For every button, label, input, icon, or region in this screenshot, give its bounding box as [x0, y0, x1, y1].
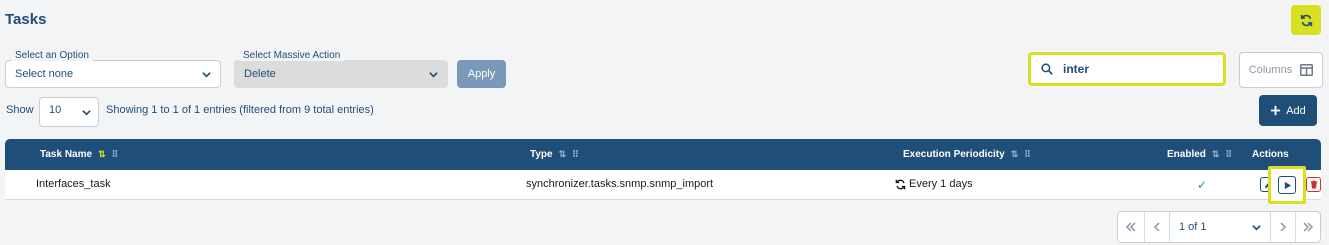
column-header-type[interactable]: Type ⇅ ⠿: [530, 149, 579, 160]
columns-button-label: Columns: [1248, 64, 1293, 76]
drag-handle-icon[interactable]: ⠿: [112, 149, 119, 160]
delete-button[interactable]: [1306, 177, 1321, 192]
chevron-down-icon: [82, 110, 91, 116]
search-input[interactable]: inter: [1063, 62, 1089, 76]
last-page-button[interactable]: [1296, 212, 1320, 242]
page-select[interactable]: 1 of 1: [1170, 212, 1270, 242]
table-header: Task Name ⇅ ⠿ Type ⇅ ⠿ Execution Periodi…: [5, 139, 1321, 170]
chevron-left-icon: [1153, 222, 1160, 232]
table-row: Interfaces_task synchronizer.tasks.snmp.…: [5, 170, 1321, 200]
option-select-label: Select an Option: [11, 50, 93, 61]
add-button-label: Add: [1286, 104, 1306, 117]
sort-icon: ⇅: [98, 149, 106, 159]
column-header-enabled[interactable]: Enabled ⇅ ⠿: [1167, 149, 1232, 160]
option-select-value: Select none: [15, 68, 74, 80]
column-header-task-name[interactable]: Task Name ⇅ ⠿: [40, 149, 119, 160]
columns-icon: [1300, 64, 1314, 76]
apply-button[interactable]: Apply: [457, 60, 506, 88]
prev-page-button[interactable]: [1145, 212, 1169, 242]
page-select-value: 1 of 1: [1179, 221, 1207, 233]
sort-icon: ⇅: [558, 149, 567, 159]
chevron-down-icon: [1252, 225, 1261, 231]
sort-icon: ⇅: [1211, 149, 1220, 159]
page-length-value: 10: [49, 104, 62, 116]
option-select[interactable]: Select none: [5, 60, 221, 88]
massive-action-select[interactable]: Delete: [234, 60, 448, 88]
refresh-button[interactable]: [1291, 5, 1321, 35]
column-header-periodicity[interactable]: Execution Periodicity ⇅ ⠿: [903, 149, 1031, 160]
chevron-down-icon: [429, 72, 438, 78]
refresh-icon: [1300, 14, 1312, 26]
column-header-actions: Actions: [1252, 149, 1289, 160]
chevron-right-icon: [1280, 222, 1287, 232]
run-task-button[interactable]: [1268, 166, 1306, 204]
task-name-cell: Interfaces_task: [36, 178, 111, 190]
search-field[interactable]: inter: [1028, 52, 1226, 86]
delete-icon: [1310, 180, 1317, 189]
massive-action-label: Select Massive Action: [239, 50, 345, 61]
add-button[interactable]: Add: [1259, 95, 1317, 126]
drag-handle-icon[interactable]: ⠿: [572, 149, 579, 160]
massive-action-value: Delete: [244, 68, 276, 80]
chevron-down-icon: [202, 72, 211, 78]
task-type-cell: synchronizer.tasks.snmp.snmp_import: [526, 178, 714, 190]
page-length-select[interactable]: 10: [39, 97, 99, 127]
search-icon: [1041, 63, 1053, 75]
drag-handle-icon[interactable]: ⠿: [1024, 149, 1031, 160]
show-label: Show: [6, 104, 34, 116]
plus-icon: [1271, 105, 1281, 116]
double-chevron-right-icon: [1303, 222, 1314, 232]
periodicity-cell: Every 1 days: [895, 178, 973, 190]
drag-handle-icon[interactable]: ⠿: [1225, 149, 1232, 160]
refresh-icon: [895, 179, 906, 189]
enabled-check-icon: ✓: [1197, 178, 1208, 192]
table-info: Showing 1 to 1 of 1 entries (filtered fr…: [106, 104, 374, 116]
run-button-frame: [1278, 176, 1296, 194]
columns-button[interactable]: Columns: [1239, 52, 1323, 88]
sort-icon: ⇅: [1010, 149, 1019, 159]
first-page-button[interactable]: [1118, 212, 1144, 242]
double-chevron-left-icon: [1125, 222, 1136, 232]
pagination: 1 of 1: [1117, 211, 1321, 243]
next-page-button[interactable]: [1271, 212, 1295, 242]
play-icon: [1284, 181, 1291, 189]
page-title: Tasks: [5, 11, 47, 28]
